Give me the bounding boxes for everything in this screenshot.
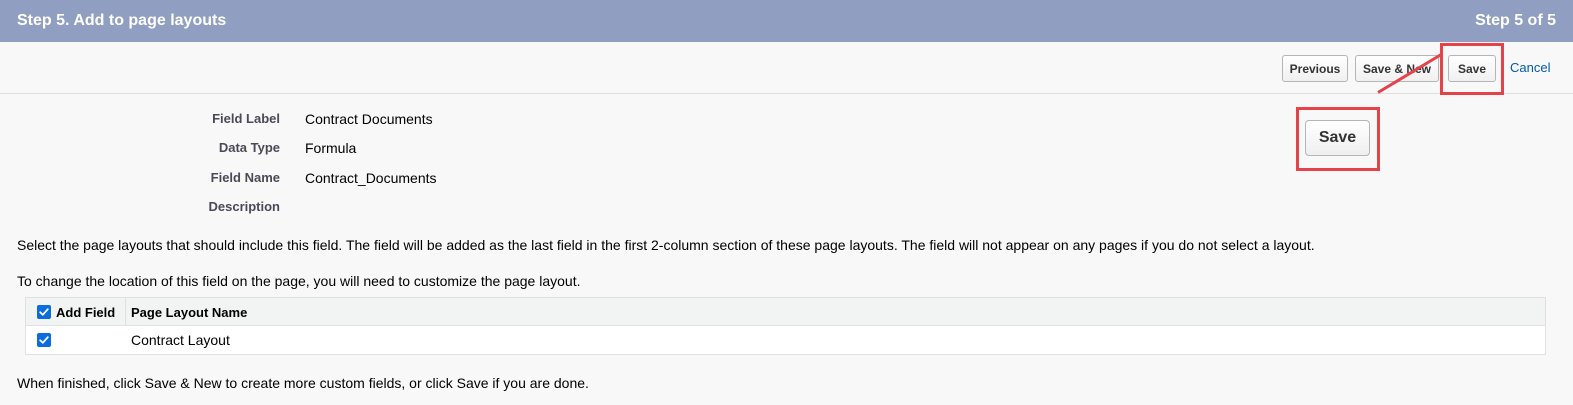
field-name-label: Field Name bbox=[210, 170, 280, 185]
button-toolbar: Previous Save & New Save Cancel bbox=[0, 42, 1573, 94]
customize-hint-text: To change the location of this field on … bbox=[17, 273, 581, 289]
step-header: Step 5. Add to page layouts Step 5 of 5 bbox=[0, 0, 1573, 42]
cancel-link[interactable]: Cancel bbox=[1510, 60, 1550, 75]
select-all-checkbox[interactable] bbox=[37, 305, 51, 319]
checkmark-icon bbox=[39, 308, 49, 316]
finish-instructions-text: When finished, click Save & New to creat… bbox=[17, 375, 589, 391]
field-label-value: Contract Documents bbox=[305, 111, 433, 127]
step-title: Step 5. Add to page layouts bbox=[17, 12, 227, 29]
step-indicator: Step 5 of 5 bbox=[1475, 12, 1556, 29]
layout-name-cell: Contract Layout bbox=[131, 332, 230, 348]
add-field-header: Add Field bbox=[56, 305, 116, 320]
field-label-label: Field Label bbox=[212, 111, 280, 126]
table-header: Add Field Page Layout Name bbox=[26, 298, 1545, 326]
instructions-text: Select the page layouts that should incl… bbox=[17, 237, 1315, 253]
row-checkbox[interactable] bbox=[37, 333, 51, 347]
save-callout-button: Save bbox=[1305, 120, 1370, 156]
data-type-label: Data Type bbox=[218, 140, 280, 155]
page-layout-table: Add Field Page Layout Name Contract Layo… bbox=[25, 297, 1546, 355]
header-divider bbox=[125, 298, 126, 326]
description-label: Description bbox=[208, 199, 280, 214]
save-button-highlight bbox=[1440, 43, 1504, 95]
field-name-value: Contract_Documents bbox=[305, 170, 437, 186]
checkmark-icon bbox=[39, 336, 49, 344]
previous-button[interactable]: Previous bbox=[1282, 55, 1348, 82]
page-layout-name-header: Page Layout Name bbox=[131, 305, 248, 320]
data-type-value: Formula bbox=[305, 140, 357, 156]
